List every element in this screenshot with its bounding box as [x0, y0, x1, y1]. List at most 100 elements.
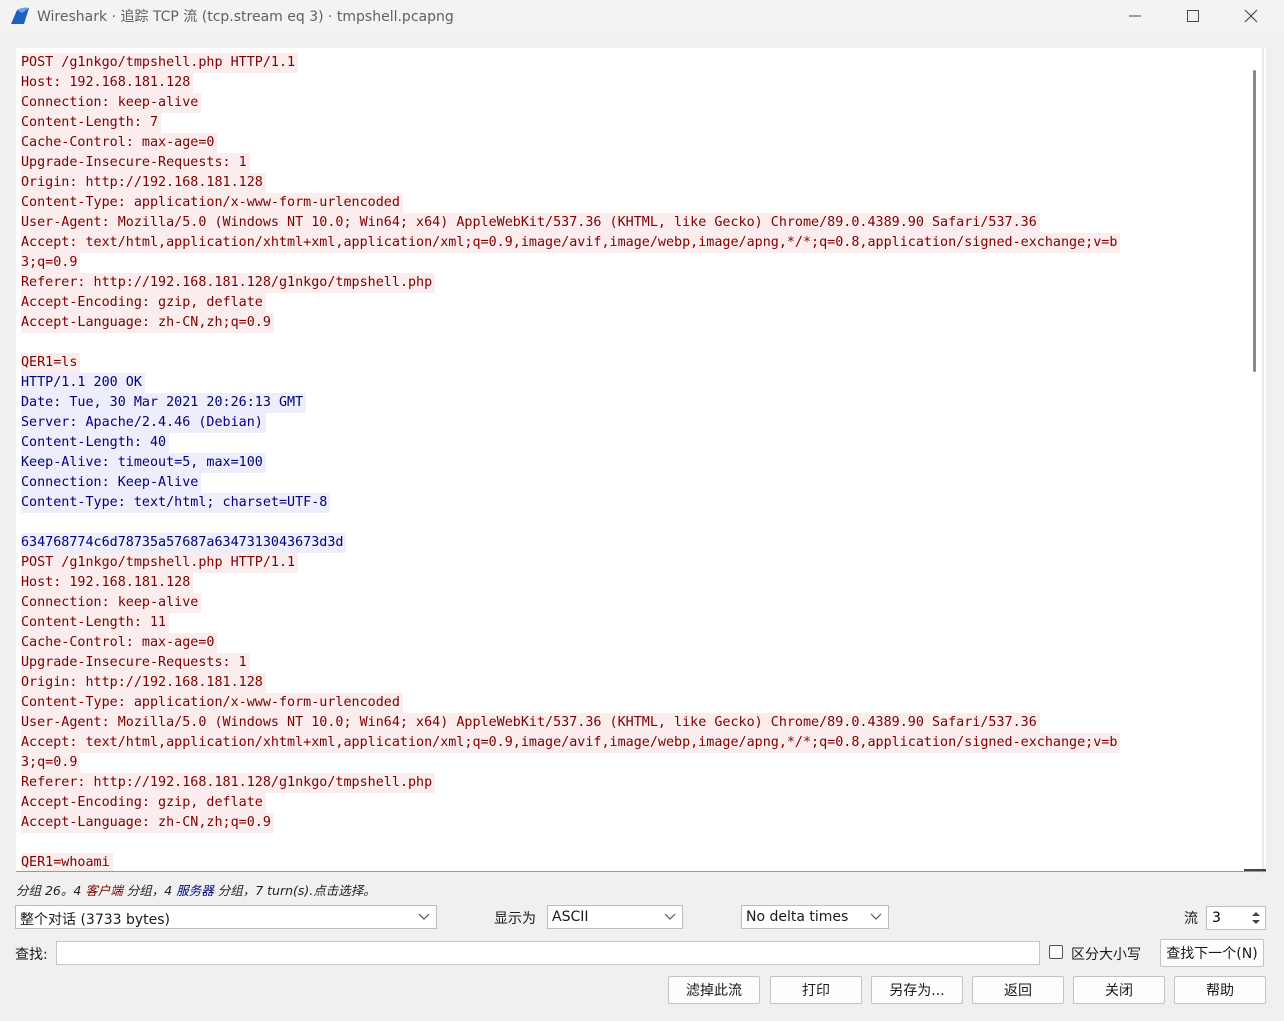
stream-line-text: Connection: keep-alive: [21, 593, 202, 613]
stream-content-pane[interactable]: POST /g1nkgo/tmpshell.php HTTP/1.1 Host: …: [16, 48, 1266, 872]
filter-out-button[interactable]: 滤掉此流: [668, 976, 760, 1004]
case-sensitive-checkbox[interactable]: [1049, 945, 1063, 959]
stream-line: [21, 833, 1120, 853]
stream-line: Content-Length: 11: [21, 613, 1120, 633]
stream-line-text: Connection: Keep-Alive: [21, 473, 202, 493]
stream-line-text: Cache-Control: max-age=0: [21, 633, 218, 653]
stream-line: Content-Type: text/html; charset=UTF-8: [21, 493, 1120, 513]
help-button[interactable]: 帮助: [1174, 976, 1266, 1004]
stream-line-text: QER1=ls: [21, 353, 81, 373]
stream-line: Content-Type: application/x-www-form-url…: [21, 693, 1120, 713]
stream-line-text: 634768774c6d78735a57687a6347313043673d3d: [21, 533, 347, 553]
wireshark-fin-icon: [11, 7, 29, 24]
chevron-down-icon: [664, 913, 676, 920]
stream-line: 3;q=0.9: [21, 253, 1120, 273]
close-icon: [1244, 9, 1258, 23]
find-input[interactable]: [56, 941, 1040, 965]
stream-line-text: Content-Type: application/x-www-form-url…: [21, 693, 403, 713]
stream-line-text: Host: 192.168.181.128: [21, 73, 194, 93]
stream-line: Accept-Language: zh-CN,zh;q=0.9: [21, 813, 1120, 833]
summary-server: 服务器: [176, 883, 214, 898]
stream-line: Content-Type: application/x-www-form-url…: [21, 193, 1120, 213]
stream-line: User-Agent: Mozilla/5.0 (Windows NT 10.0…: [21, 713, 1120, 733]
stream-line: Upgrade-Insecure-Requests: 1: [21, 653, 1120, 673]
stream-line: Host: 192.168.181.128: [21, 573, 1120, 593]
stream-line: Referer: http://192.168.181.128/g1nkgo/t…: [21, 273, 1120, 293]
stream-line: Upgrade-Insecure-Requests: 1: [21, 153, 1120, 173]
spin-arrows-icon[interactable]: [1250, 909, 1262, 927]
stream-line: Host: 192.168.181.128: [21, 73, 1120, 93]
summary-client: 客户端: [85, 883, 123, 898]
minimize-button[interactable]: [1106, 0, 1164, 32]
stream-line-text: Date: Tue, 30 Mar 2021 20:26:13 GMT: [21, 393, 307, 413]
maximize-button[interactable]: [1164, 0, 1222, 32]
stream-line-text: Accept: text/html,application/xhtml+xml,…: [21, 733, 1121, 753]
stream-summary[interactable]: 分组 26。4 客户端 分组，4 服务器 分组，7 turn(s).点击选择。: [16, 880, 376, 899]
stream-line-text: User-Agent: Mozilla/5.0 (Windows NT 10.0…: [21, 713, 1040, 733]
stream-line-text: HTTP/1.1 200 OK: [21, 373, 145, 393]
stream-line: Connection: keep-alive: [21, 93, 1120, 113]
stream-line: Origin: http://192.168.181.128: [21, 673, 1120, 693]
stream-line-text: Content-Type: text/html; charset=UTF-8: [21, 493, 331, 513]
maximize-icon: [1187, 10, 1199, 22]
summary-part1: 分组 26。4: [16, 883, 86, 898]
conversation-value: 整个对话 (3733 bytes): [20, 912, 171, 928]
chevron-down-icon: [870, 913, 882, 920]
minimize-icon: [1129, 15, 1141, 17]
conversation-select[interactable]: 整个对话 (3733 bytes): [15, 905, 437, 929]
stream-line-text: Origin: http://192.168.181.128: [21, 173, 266, 193]
stream-line: POST /g1nkgo/tmpshell.php HTTP/1.1: [21, 53, 1120, 73]
stream-line: Server: Apache/2.4.46 (Debian): [21, 413, 1120, 433]
summary-part3: 分组，7 turn(s).点击选择。: [213, 883, 376, 898]
stream-line: [21, 513, 1120, 533]
pane-divider: [16, 871, 1266, 872]
stream-line-text: QER1=whoami: [21, 853, 113, 872]
stream-line: Accept-Encoding: gzip, deflate: [21, 293, 1120, 313]
stream-line: Referer: http://192.168.181.128/g1nkgo/t…: [21, 773, 1120, 793]
stream-line-text: 3;q=0.9: [21, 253, 81, 273]
stream-line-text: POST /g1nkgo/tmpshell.php HTTP/1.1: [21, 553, 299, 573]
scrollbar-thumb[interactable]: [1253, 70, 1256, 372]
stream-line-text: Upgrade-Insecure-Requests: 1: [21, 653, 250, 673]
stream-line-text: Origin: http://192.168.181.128: [21, 673, 266, 693]
stream-line: Connection: Keep-Alive: [21, 473, 1120, 493]
stream-line-text: Referer: http://192.168.181.128/g1nkgo/t…: [21, 273, 436, 293]
find-next-button[interactable]: 查找下一个(N): [1160, 939, 1264, 967]
stream-lines: POST /g1nkgo/tmpshell.php HTTP/1.1 Host: …: [21, 53, 1121, 872]
stream-line-text: Content-Length: 11: [21, 613, 170, 633]
stream-number-spinbox[interactable]: 3: [1206, 906, 1266, 930]
stream-line: Date: Tue, 30 Mar 2021 20:26:13 GMT: [21, 393, 1120, 413]
pane-frame: [1262, 48, 1264, 874]
vertical-scrollbar[interactable]: [1246, 48, 1262, 872]
stream-line-text: Accept: text/html,application/xhtml+xml,…: [21, 233, 1121, 253]
save-as-button[interactable]: 另存为...: [871, 976, 963, 1004]
stream-line-text: Accept-Encoding: gzip, deflate: [21, 793, 266, 813]
stream-line: Accept: text/html,application/xhtml+xml,…: [21, 733, 1121, 753]
display-as-select[interactable]: ASCII: [547, 905, 683, 929]
stream-line: Cache-Control: max-age=0: [21, 133, 1120, 153]
window-title: Wireshark · 追踪 TCP 流 (tcp.stream eq 3) ·…: [37, 9, 454, 25]
stream-line: 3;q=0.9: [21, 753, 1120, 773]
stream-line-text: Accept-Language: zh-CN,zh;q=0.9: [21, 313, 274, 333]
stream-line: Content-Length: 7: [21, 113, 1120, 133]
stream-line-text: Referer: http://192.168.181.128/g1nkgo/t…: [21, 773, 436, 793]
print-button[interactable]: 打印: [770, 976, 862, 1004]
stream-line: Accept-Language: zh-CN,zh;q=0.9: [21, 313, 1120, 333]
display-as-label: 显示为: [494, 911, 536, 927]
back-button[interactable]: 返回: [972, 976, 1064, 1004]
delta-times-select[interactable]: No delta times: [741, 905, 889, 929]
stream-line-text: Cache-Control: max-age=0: [21, 133, 218, 153]
stream-line: QER1=ls: [21, 353, 1120, 373]
case-sensitive-label: 区分大小写: [1071, 947, 1141, 963]
title-bar: Wireshark · 追踪 TCP 流 (tcp.stream eq 3) ·…: [0, 0, 1284, 32]
chevron-down-icon: [418, 913, 430, 920]
stream-line-text: Content-Type: application/x-www-form-url…: [21, 193, 403, 213]
stream-line: Accept: text/html,application/xhtml+xml,…: [21, 233, 1121, 253]
close-window-button[interactable]: [1222, 0, 1280, 32]
stream-line-text: Connection: keep-alive: [21, 93, 202, 113]
close-button[interactable]: 关闭: [1073, 976, 1165, 1004]
stream-line-text: POST /g1nkgo/tmpshell.php HTTP/1.1: [21, 53, 299, 73]
stream-line: Content-Length: 40: [21, 433, 1120, 453]
stream-line: POST /g1nkgo/tmpshell.php HTTP/1.1: [21, 553, 1120, 573]
stream-label: 流: [1184, 911, 1198, 927]
